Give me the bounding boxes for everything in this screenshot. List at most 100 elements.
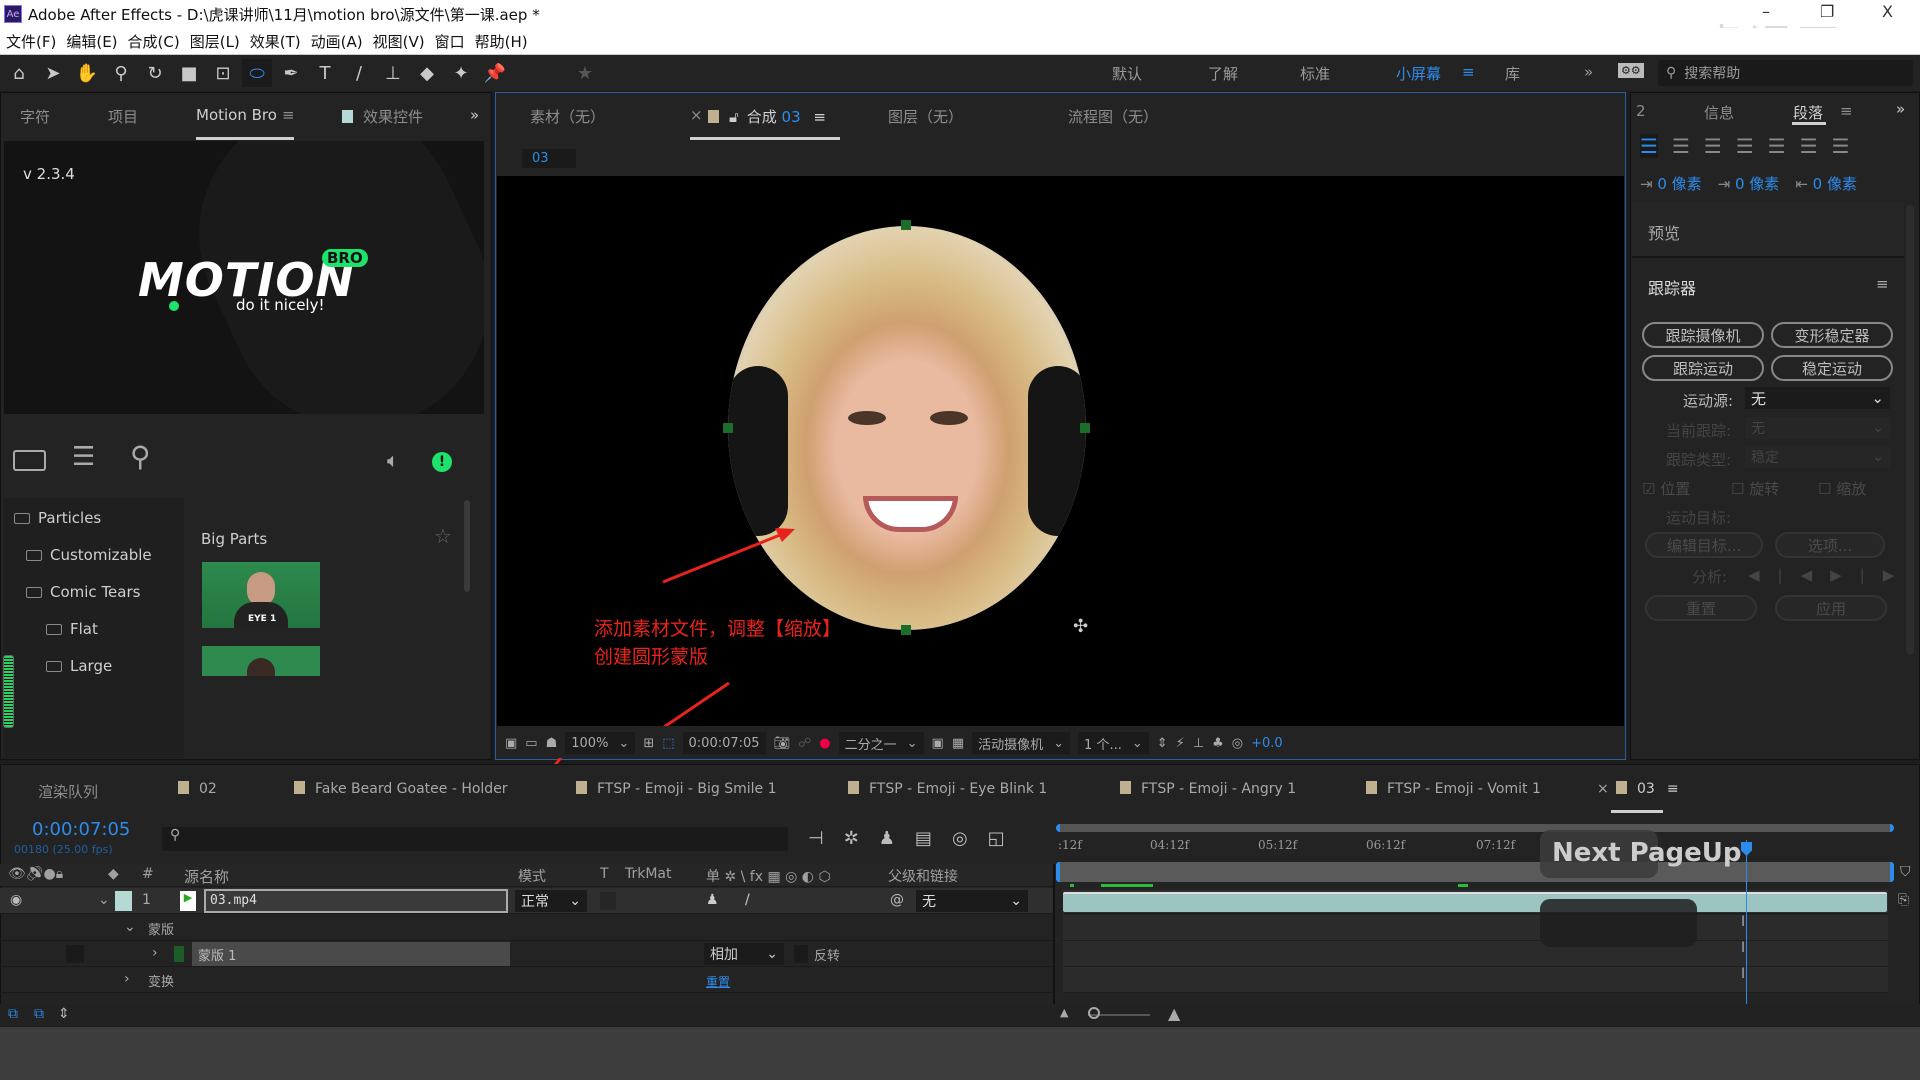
region-of-interest-icon[interactable]: ▣	[932, 736, 944, 751]
mask-color-swatch[interactable]	[174, 946, 184, 962]
monitor-icon[interactable]: ▭	[525, 736, 537, 751]
mask-path-icon[interactable]: ⬚	[662, 736, 674, 751]
align-left-icon[interactable]: ☰	[1640, 134, 1658, 158]
close-button[interactable]: X	[1882, 2, 1893, 21]
tab-character[interactable]: 字符	[20, 106, 50, 127]
pen-icon[interactable]: ✒	[276, 59, 306, 87]
layer-name-field[interactable]: 03.mp4	[204, 889, 508, 913]
shy-layers-icon[interactable]: ♟	[879, 828, 895, 849]
zoom-in-icon[interactable]: ▲	[1168, 1004, 1180, 1023]
mask-lock-toggle[interactable]	[66, 945, 84, 963]
close-tab-icon[interactable]: ×	[1597, 781, 1609, 797]
tab-effect-controls[interactable]: 效果控件	[342, 106, 423, 127]
shy-switch-icon[interactable]: ♟	[706, 892, 719, 908]
tracker-menu-icon[interactable]: ≡	[1876, 275, 1889, 293]
tab-project[interactable]: 项目	[108, 106, 138, 127]
workspace-learn[interactable]: 了解	[1208, 63, 1238, 84]
workspace-library[interactable]: 库	[1505, 63, 1520, 84]
draft-3d-icon[interactable]: ✲	[844, 828, 859, 849]
track-camera-button[interactable]: 跟踪摄像机	[1642, 322, 1764, 348]
toggle-modes-icon[interactable]: ⧉	[34, 1006, 44, 1022]
menu-layer[interactable]: 图层(L)	[190, 31, 240, 52]
brush-icon[interactable]: /	[344, 59, 374, 87]
toggle-pixel-icon[interactable]: ⇕	[1157, 736, 1168, 751]
indent-first-line-field[interactable]: ⇥ 0 像素	[1718, 173, 1780, 194]
tree-item-comic-tears[interactable]: Comic Tears	[26, 583, 140, 601]
layer-duration-bar[interactable]	[1063, 892, 1887, 912]
apply-button[interactable]: 应用	[1775, 595, 1887, 621]
scrollbar[interactable]	[464, 500, 470, 592]
tab-footage[interactable]: 素材（无）	[530, 106, 605, 127]
expand-chevron-icon[interactable]: ⌄	[124, 919, 136, 935]
column-source-name[interactable]: 源名称	[184, 866, 229, 887]
tab-render-queue[interactable]: 渲染队列	[38, 781, 98, 802]
panel-menu-icon[interactable]: ≡	[1840, 102, 1853, 120]
collapse-chevron-icon[interactable]: ⌄	[98, 892, 110, 908]
composition-mini-flowchart-icon[interactable]: ⊣	[808, 828, 824, 849]
menu-file[interactable]: 文件(F)	[6, 31, 56, 52]
mask-visibility-icon[interactable]: ☗	[546, 736, 558, 751]
more-workspaces-icon[interactable]: »	[1584, 63, 1593, 81]
show-snapshot-icon[interactable]: ☍	[798, 736, 811, 751]
always-preview-icon[interactable]: ▣	[505, 736, 517, 751]
selection-arrow-icon[interactable]: ➤	[38, 59, 68, 87]
menu-effect[interactable]: 效果(T)	[250, 31, 301, 52]
snapshot-icon[interactable]: 📷︎	[774, 736, 791, 751]
grid-icon[interactable]: ⊞	[643, 736, 654, 751]
tree-item-particles[interactable]: Particles	[14, 509, 101, 527]
visibility-eye-icon[interactable]: ◉	[10, 892, 22, 908]
current-track-dropdown[interactable]: 无 ⌄	[1745, 417, 1890, 439]
tab-motion-bro[interactable]: Motion Bro	[196, 106, 277, 124]
tab-eye-blink[interactable]: FTSP - Emoji - Eye Blink 1	[848, 781, 1047, 797]
quality-switch-icon[interactable]: /	[745, 892, 750, 908]
motion-source-dropdown[interactable]: 无 ⌄	[1745, 387, 1890, 409]
more-tabs-icon[interactable]: »	[1896, 100, 1905, 118]
indent-right-field[interactable]: ⇤ 0 像素	[1795, 173, 1857, 194]
tab-comp-03[interactable]: 03 ≡	[1616, 781, 1679, 797]
frame-blending-icon[interactable]: ▤	[915, 828, 932, 849]
tab-big-smile[interactable]: FTSP - Emoji - Big Smile 1	[576, 781, 777, 797]
tab-comp-02[interactable]: 02	[178, 781, 217, 797]
search-icon[interactable]: ⚲	[130, 440, 151, 473]
warp-stabilizer-button[interactable]: 变形稳定器	[1771, 322, 1893, 348]
tab-fake-beard[interactable]: Fake Beard Goatee - Holder	[294, 781, 508, 797]
menu-window[interactable]: 窗口	[435, 31, 465, 52]
comp-button-icon[interactable]: ⎘	[1898, 892, 1909, 908]
motion-blur-icon[interactable]: ◎	[952, 828, 968, 849]
workspace-menu-icon[interactable]: ≡	[1462, 63, 1475, 81]
tab-layer[interactable]: 图层（无）	[888, 106, 963, 127]
layer-search-input[interactable]: ⚲	[162, 827, 788, 851]
tab-info[interactable]: 信息	[1704, 102, 1734, 123]
track-type-dropdown[interactable]: 稳定 ⌄	[1745, 446, 1890, 468]
expand-chevron-icon[interactable]: ›	[124, 971, 130, 987]
fast-previews-icon[interactable]: ⚡	[1176, 736, 1185, 751]
reset-button[interactable]: 重置	[1645, 595, 1757, 621]
workspace-small-screen[interactable]: 小屏幕	[1396, 63, 1441, 84]
reset-exposure-icon[interactable]: ◎	[1232, 736, 1243, 751]
roto-brush-icon[interactable]: ✦	[446, 59, 476, 87]
align-right-icon[interactable]: ☰	[1704, 134, 1722, 158]
hand-icon[interactable]: ✋	[72, 59, 102, 87]
current-time-display[interactable]: 0:00:07:05	[32, 819, 130, 840]
label-color-swatch[interactable]	[115, 891, 132, 911]
clone-stamp-icon[interactable]: ⊥	[378, 59, 408, 87]
zoom-dropdown[interactable]: 100% ⌄	[565, 732, 636, 754]
alert-icon[interactable]: !	[432, 452, 452, 472]
transparency-grid-icon[interactable]: ▦	[952, 736, 964, 751]
transform-reset-link[interactable]: 重置	[706, 973, 730, 990]
zoom-out-icon[interactable]: ▲	[1060, 1006, 1068, 1019]
close-tab-icon[interactable]: ×	[690, 106, 703, 124]
justify-right-icon[interactable]: ☰	[1800, 134, 1818, 158]
playhead-line[interactable]	[1746, 840, 1747, 1004]
sync-settings-icon[interactable]: ⚙⚙	[1618, 63, 1644, 78]
scrollbar[interactable]	[1906, 205, 1914, 655]
panel-menu-icon[interactable]: ≡	[282, 106, 295, 124]
preview-section[interactable]: 预览	[1632, 202, 1904, 258]
tab-composition[interactable]: 🔓︎ 合成 03 ≡	[708, 106, 826, 127]
channel-icon[interactable]: ●	[819, 736, 830, 751]
mask-row[interactable]: › 蒙版 1 相加 ⌄ 反转	[0, 941, 1053, 967]
menu-composition[interactable]: 合成(C)	[128, 31, 180, 52]
tree-item-customizable[interactable]: Customizable	[26, 546, 152, 564]
rotation-checkbox[interactable]: ☐ 旋转	[1731, 478, 1779, 499]
justify-all-icon[interactable]: ☰	[1832, 134, 1850, 158]
